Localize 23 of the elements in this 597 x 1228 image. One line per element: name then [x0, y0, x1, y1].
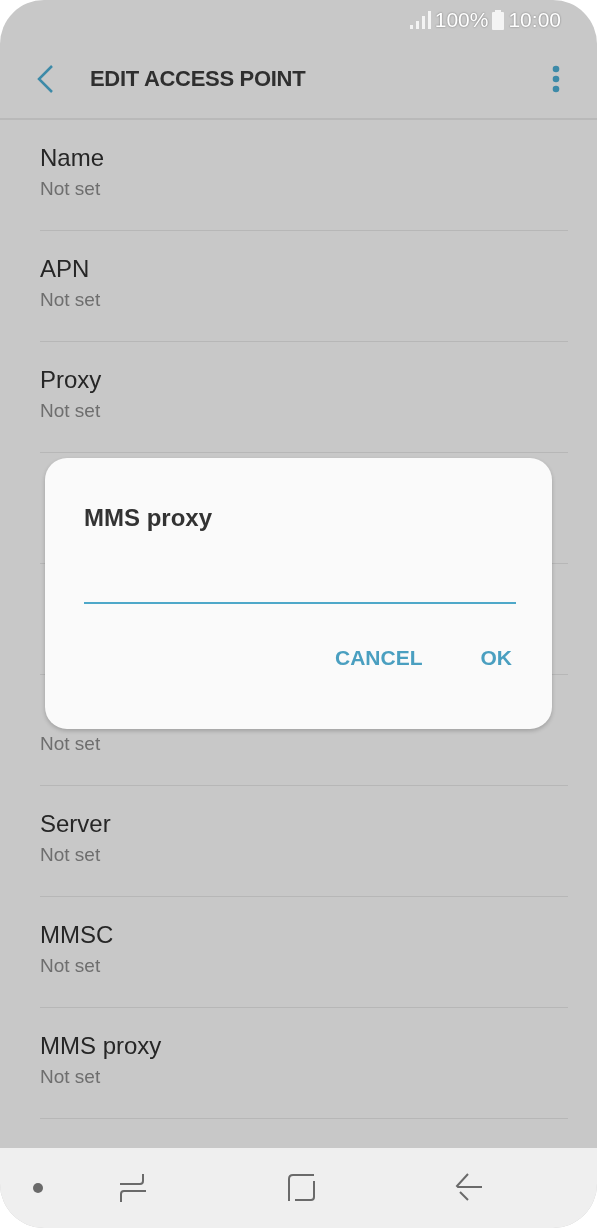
setting-value: Not set: [40, 955, 102, 977]
dialog-button[interactable]: CANCEL: [335, 646, 423, 670]
battery-icon: [492, 10, 505, 30]
setting-value: Not set: [40, 178, 102, 200]
dot-icon[interactable]: [32, 1182, 44, 1194]
back-nav-button[interactable]: [455, 1173, 483, 1203]
setting-value: Not set: [40, 1066, 102, 1088]
dialog-button[interactable]: OK: [480, 646, 512, 670]
setting-title: APN: [40, 255, 91, 283]
setting-value: Not set: [40, 733, 102, 755]
setting-title: Server: [40, 810, 112, 838]
setting-value: Not set: [40, 844, 102, 866]
screen-title: EDIT ACCESS POINT: [90, 66, 307, 92]
home-button[interactable]: [288, 1174, 316, 1202]
setting-title: MMSC: [40, 921, 115, 949]
dialog-title: MMS proxy: [84, 504, 213, 532]
setting-title: MMS proxy: [40, 1032, 163, 1060]
setting-title: Name: [40, 144, 106, 172]
setting-value: Not set: [40, 400, 102, 422]
setting-title: Proxy: [40, 366, 103, 394]
setting-value: Not set: [40, 289, 102, 311]
recent-apps-button[interactable]: [119, 1173, 147, 1203]
signal-icon: [408, 10, 431, 30]
